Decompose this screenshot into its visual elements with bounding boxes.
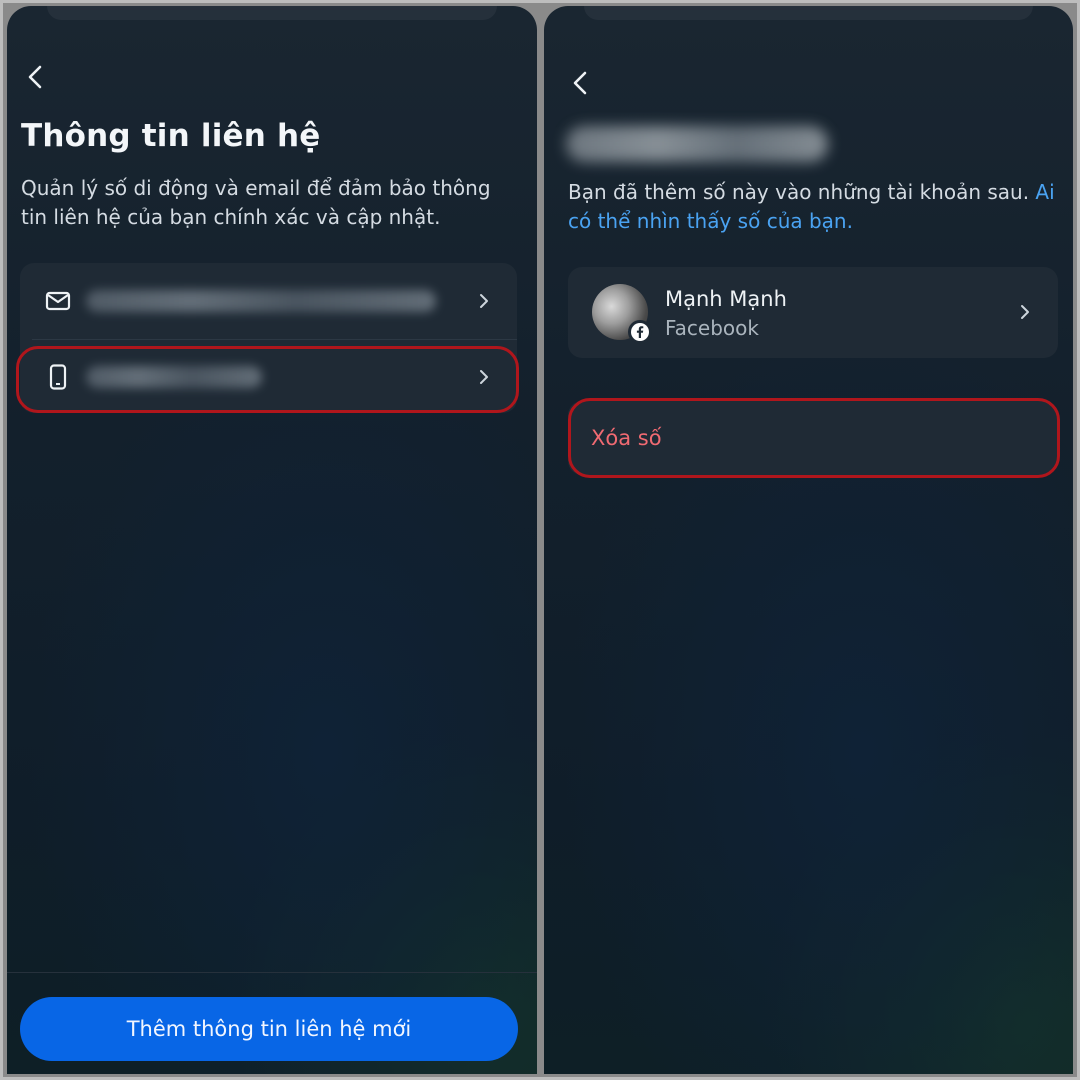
facebook-icon	[628, 320, 652, 344]
contact-row-phone[interactable]	[20, 339, 517, 415]
contacts-card	[20, 263, 517, 413]
add-contact-button[interactable]: Thêm thông tin liên hệ mới	[20, 997, 518, 1061]
bottom-divider	[7, 972, 537, 973]
sheet-edge	[47, 6, 497, 20]
back-arrow-icon[interactable]	[21, 62, 51, 92]
phone-number-blurred	[566, 126, 828, 162]
email-value-blurred	[86, 290, 436, 312]
phone-icon	[44, 363, 72, 391]
chevron-right-icon	[475, 368, 493, 386]
account-row[interactable]: Mạnh Mạnh Facebook	[568, 267, 1058, 358]
delete-number-button[interactable]: Xóa số	[568, 401, 1058, 475]
delete-number-label: Xóa số	[591, 426, 662, 450]
contact-info-screen: Thông tin liên hệ Quản lý số di động và …	[7, 6, 537, 1074]
account-name: Mạnh Mạnh	[665, 287, 787, 311]
chevron-right-icon	[475, 292, 493, 310]
phone-value-blurred	[86, 366, 262, 388]
accounts-description: Bạn đã thêm số này vào những tài khoản s…	[568, 178, 1058, 236]
phone-detail-screen: Bạn đã thêm số này vào những tài khoản s…	[544, 6, 1073, 1074]
page-title: Thông tin liên hệ	[21, 118, 321, 154]
mail-icon	[44, 287, 72, 315]
chevron-right-icon	[1016, 303, 1034, 321]
back-arrow-icon[interactable]	[566, 68, 596, 98]
sheet-edge	[584, 6, 1033, 20]
accounts-description-text: Bạn đã thêm số này vào những tài khoản s…	[568, 180, 1036, 204]
page-description: Quản lý số di động và email để đảm bảo t…	[21, 176, 491, 229]
account-platform: Facebook	[665, 316, 759, 340]
avatar	[592, 284, 652, 344]
contact-row-email[interactable]	[20, 263, 517, 339]
